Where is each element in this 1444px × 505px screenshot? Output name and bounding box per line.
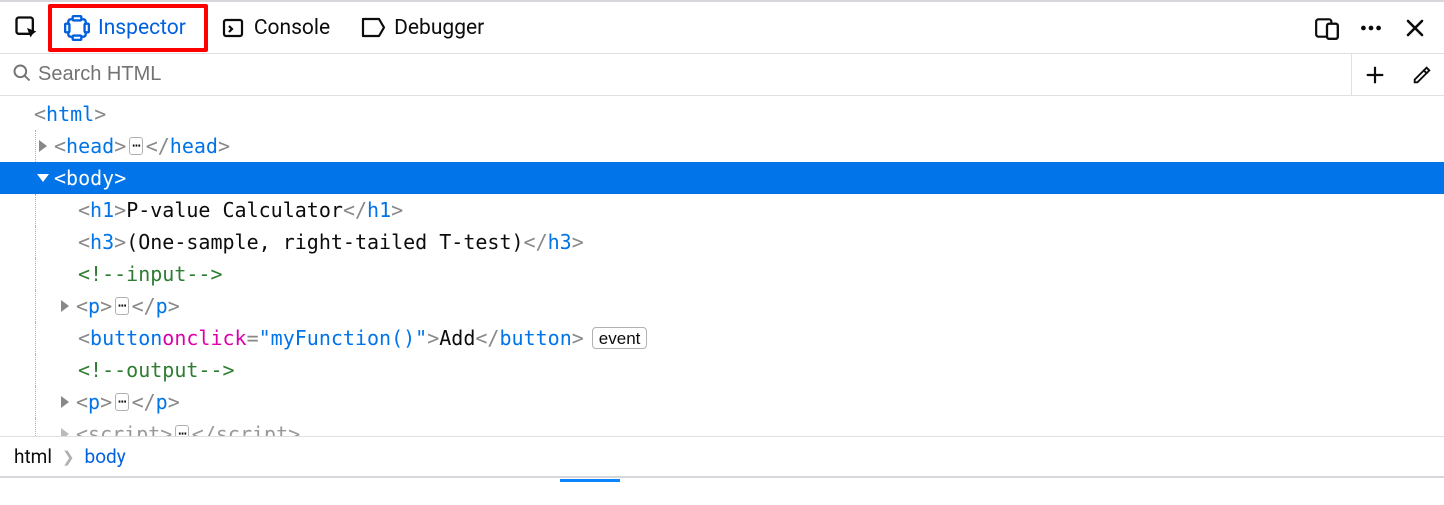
ellipsis-badge[interactable]: ⋯ <box>175 425 188 436</box>
tree-node-comment-output[interactable]: <!--output--> <box>0 354 1444 386</box>
tab-console[interactable]: Console <box>208 6 348 50</box>
more-options-button[interactable] <box>1356 13 1386 43</box>
event-badge[interactable]: event <box>592 327 648 349</box>
expander-down-icon[interactable] <box>34 169 52 187</box>
tree-node-button[interactable]: <button onclick="myFunction()">Add</butt… <box>0 322 1444 354</box>
breadcrumb-html[interactable]: html <box>14 445 52 468</box>
eyedropper-button[interactable] <box>1398 54 1444 95</box>
tree-node-p2[interactable]: <p>⋯</p> <box>0 386 1444 418</box>
bottom-accent <box>0 478 1444 482</box>
tree-node-comment-input[interactable]: <!--input--> <box>0 258 1444 290</box>
tree-node-h1[interactable]: <h1>P-value Calculator</h1> <box>0 194 1444 226</box>
tab-debugger[interactable]: Debugger <box>348 6 502 50</box>
expander-icon[interactable] <box>56 425 74 436</box>
tree-node-p1[interactable]: <p>⋯</p> <box>0 290 1444 322</box>
tree-node-script[interactable]: <script>⋯</script> <box>0 418 1444 436</box>
console-icon <box>220 15 246 41</box>
toolbar-right <box>1312 13 1438 43</box>
markup-tree[interactable]: <html> <head>⋯</head> <body> <h1>P-value… <box>0 96 1444 436</box>
tree-node-body[interactable]: <body> <box>0 162 1444 194</box>
search-html-input[interactable] <box>38 63 1339 86</box>
close-devtools-button[interactable] <box>1400 13 1430 43</box>
devtools-toolbar: Inspector Console Debugger <box>0 0 1444 54</box>
breadcrumb-body[interactable]: body <box>85 445 126 468</box>
expander-icon[interactable] <box>56 393 74 411</box>
tab-inspector[interactable]: Inspector <box>48 4 208 52</box>
tab-debugger-label: Debugger <box>394 16 484 40</box>
ellipsis-badge[interactable]: ⋯ <box>115 297 128 315</box>
tree-node-head[interactable]: <head>⋯</head> <box>0 130 1444 162</box>
tree-node-h3[interactable]: <h3>(One-sample, right-tailed T-test)</h… <box>0 226 1444 258</box>
inspector-icon <box>64 15 90 41</box>
search-icon <box>12 63 32 87</box>
expander-icon[interactable] <box>34 137 52 155</box>
breadcrumbs: html ❯ body <box>0 436 1444 478</box>
tab-console-label: Console <box>254 16 330 40</box>
search-bar <box>0 54 1444 96</box>
tree-node-html[interactable]: <html> <box>0 98 1444 130</box>
tab-inspector-label: Inspector <box>98 16 186 40</box>
responsive-mode-button[interactable] <box>1312 13 1342 43</box>
toolbar-left: Inspector Console Debugger <box>6 2 502 53</box>
search-wrap <box>0 63 1351 87</box>
ellipsis-badge[interactable]: ⋯ <box>129 137 142 155</box>
search-actions <box>1351 54 1444 95</box>
element-picker-button[interactable] <box>6 7 48 49</box>
ellipsis-badge[interactable]: ⋯ <box>115 393 128 411</box>
chevron-right-icon: ❯ <box>62 448 75 466</box>
debugger-icon <box>360 15 386 41</box>
expander-icon[interactable] <box>56 297 74 315</box>
add-node-button[interactable] <box>1352 54 1398 95</box>
